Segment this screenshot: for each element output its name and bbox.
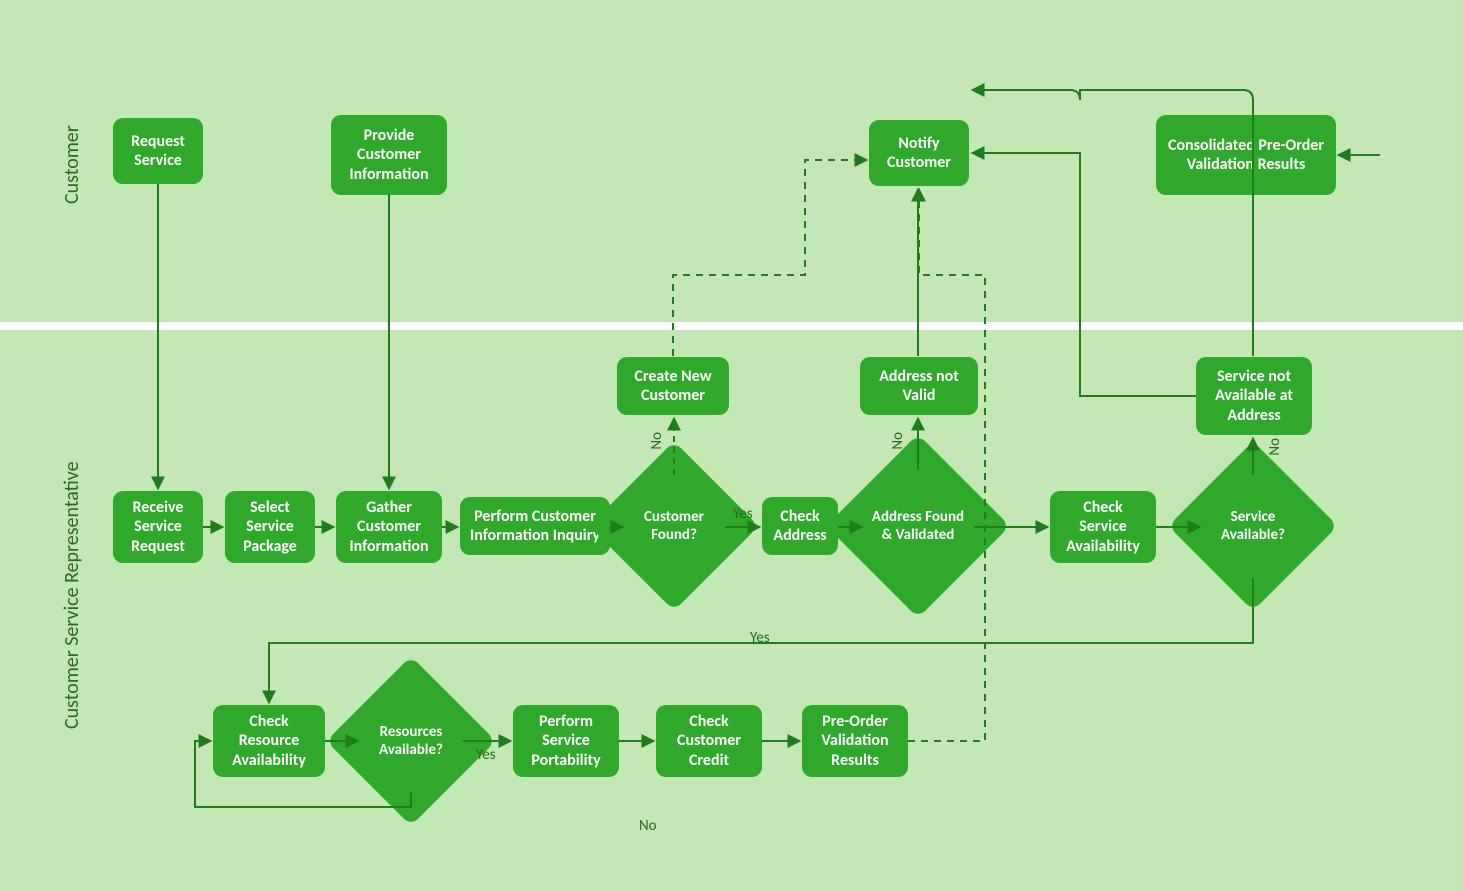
decision-resources-available-label: Resources Available? <box>351 681 471 801</box>
node-consolidated-results: Consolidated Pre-Order Validation Result… <box>1156 115 1336 195</box>
node-select-service-package: Select Service Package <box>225 491 315 563</box>
decision-customer-found: Customer Found? <box>614 466 734 586</box>
node-service-not-available: Service not Available at Address <box>1196 357 1312 435</box>
node-preorder-validation-results: Pre-Order Validation Results <box>802 705 908 777</box>
node-check-address: Check Address <box>762 497 838 555</box>
decision-resources-available: Resources Available? <box>351 681 471 801</box>
node-provide-customer-info: Provide Customer Information <box>331 115 447 195</box>
lane-separator <box>0 322 1463 330</box>
decision-customer-found-label: Customer Found? <box>614 466 734 586</box>
lane-label-csr: Customer Service Representative <box>60 430 84 760</box>
node-receive-service-request: Receive Service Request <box>113 491 203 563</box>
decision-address-found-label: Address Found & Validated <box>853 461 983 591</box>
node-perform-service-portability: Perform Service Portability <box>513 705 619 777</box>
node-perform-customer-inquiry: Perform Customer Information Inquiry <box>460 497 610 555</box>
node-check-customer-credit: Check Customer Credit <box>656 705 762 777</box>
decision-service-available: Service Available? <box>1193 466 1313 586</box>
edge-label-service-yes: Yes <box>750 629 770 647</box>
node-address-not-valid: Address not Valid <box>860 357 978 415</box>
edge-label-service-no: No <box>1266 438 1284 456</box>
node-check-service-availability: Check Service Availability <box>1050 491 1156 563</box>
node-notify-customer: Notify Customer <box>869 120 969 186</box>
node-check-resource-availability: Check Resource Availability <box>213 705 325 777</box>
decision-address-found: Address Found & Validated <box>853 461 983 591</box>
edge-label-resources-no: No <box>639 817 657 835</box>
node-create-new-customer: Create New Customer <box>617 357 729 415</box>
edge-label-customer-found-yes: Yes <box>733 505 753 523</box>
lane-label-customer: Customer <box>60 120 84 210</box>
flowchart-canvas: Customer Customer Service Representative… <box>0 0 1463 891</box>
decision-service-available-label: Service Available? <box>1193 466 1313 586</box>
edge-label-customer-found-no: No <box>648 432 666 450</box>
node-request-service: Request Service <box>113 118 203 184</box>
node-gather-customer-info: Gather Customer Information <box>336 491 442 563</box>
edge-label-address-no: No <box>889 432 907 450</box>
edge-label-resources-yes: Yes <box>476 746 496 764</box>
